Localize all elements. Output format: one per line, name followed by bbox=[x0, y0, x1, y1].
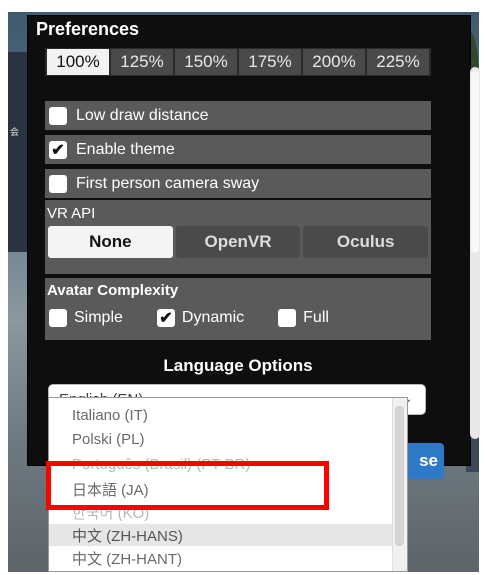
avatar-full-checkbox[interactable] bbox=[278, 309, 297, 327]
enable-theme-row[interactable]: ✔ Enable theme bbox=[45, 135, 431, 164]
avatar-dynamic-label: Dynamic bbox=[181, 309, 245, 326]
zoom-150-button[interactable]: 150% bbox=[175, 49, 237, 75]
language-option-it[interactable]: Italiano (IT) bbox=[49, 404, 407, 426]
avatar-full-label: Full bbox=[303, 309, 329, 326]
panel-scrollbar[interactable] bbox=[470, 67, 480, 439]
background-sign: 会 bbox=[10, 127, 20, 137]
low-draw-distance-checkbox[interactable] bbox=[49, 106, 67, 125]
vr-api-options: None OpenVR Oculus bbox=[48, 226, 429, 258]
avatar-complexity-options: Simple ✔ Dynamic Full bbox=[49, 309, 363, 327]
zoom-175-button[interactable]: 175% bbox=[239, 49, 301, 75]
low-draw-distance-row[interactable]: Low draw distance bbox=[45, 101, 431, 130]
zoom-125-button[interactable]: 125% bbox=[111, 49, 173, 75]
highlight-annotation-box bbox=[46, 461, 329, 510]
checkmark-icon: ✔ bbox=[51, 141, 65, 159]
vr-none-button[interactable]: None bbox=[48, 226, 173, 258]
panel-title: Preferences bbox=[36, 19, 140, 39]
vr-oculus-button[interactable]: Oculus bbox=[303, 226, 429, 258]
avatar-dynamic-option[interactable]: ✔ Dynamic bbox=[156, 309, 245, 327]
zoom-selector: 100% 125% 150% 175% 200% 225% bbox=[45, 48, 431, 76]
avatar-complexity-title: Avatar Complexity bbox=[47, 282, 179, 299]
avatar-dynamic-checkbox[interactable]: ✔ bbox=[156, 309, 175, 327]
checkmark-icon: ✔ bbox=[159, 310, 173, 327]
avatar-simple-option[interactable]: Simple bbox=[49, 309, 123, 327]
language-option-pl[interactable]: Polski (PL) bbox=[49, 428, 407, 450]
dropdown-scrollbar[interactable] bbox=[392, 398, 407, 571]
zoom-100-button[interactable]: 100% bbox=[47, 49, 109, 75]
camera-sway-row[interactable]: First person camera sway bbox=[45, 169, 431, 198]
avatar-complexity-section: Avatar Complexity Simple ✔ Dynamic Full bbox=[45, 278, 431, 340]
enable-theme-checkbox[interactable]: ✔ bbox=[49, 140, 67, 159]
language-options-title: Language Options bbox=[163, 356, 313, 375]
avatar-simple-checkbox[interactable] bbox=[49, 309, 67, 327]
vr-openvr-button[interactable]: OpenVR bbox=[175, 226, 301, 258]
vr-api-section: VR API None OpenVR Oculus bbox=[45, 200, 431, 274]
panel-scroll-thumb[interactable] bbox=[471, 71, 479, 253]
enable-theme-label: Enable theme bbox=[76, 140, 175, 158]
language-option-zh-hans[interactable]: 中文 (ZH-HANS) bbox=[49, 524, 407, 546]
dropdown-scroll-thumb[interactable] bbox=[395, 406, 404, 546]
zoom-200-button[interactable]: 200% bbox=[303, 49, 365, 75]
avatar-simple-label: Simple bbox=[74, 309, 123, 326]
vr-api-title: VR API bbox=[47, 205, 96, 222]
camera-sway-label: First person camera sway bbox=[76, 174, 260, 192]
zoom-225-button[interactable]: 225% bbox=[367, 49, 429, 75]
language-option-zh-hant[interactable]: 中文 (ZH-HANT) bbox=[49, 547, 407, 569]
low-draw-distance-label: Low draw distance bbox=[76, 106, 209, 124]
camera-sway-checkbox[interactable] bbox=[49, 174, 67, 193]
avatar-full-option[interactable]: Full bbox=[278, 309, 329, 327]
